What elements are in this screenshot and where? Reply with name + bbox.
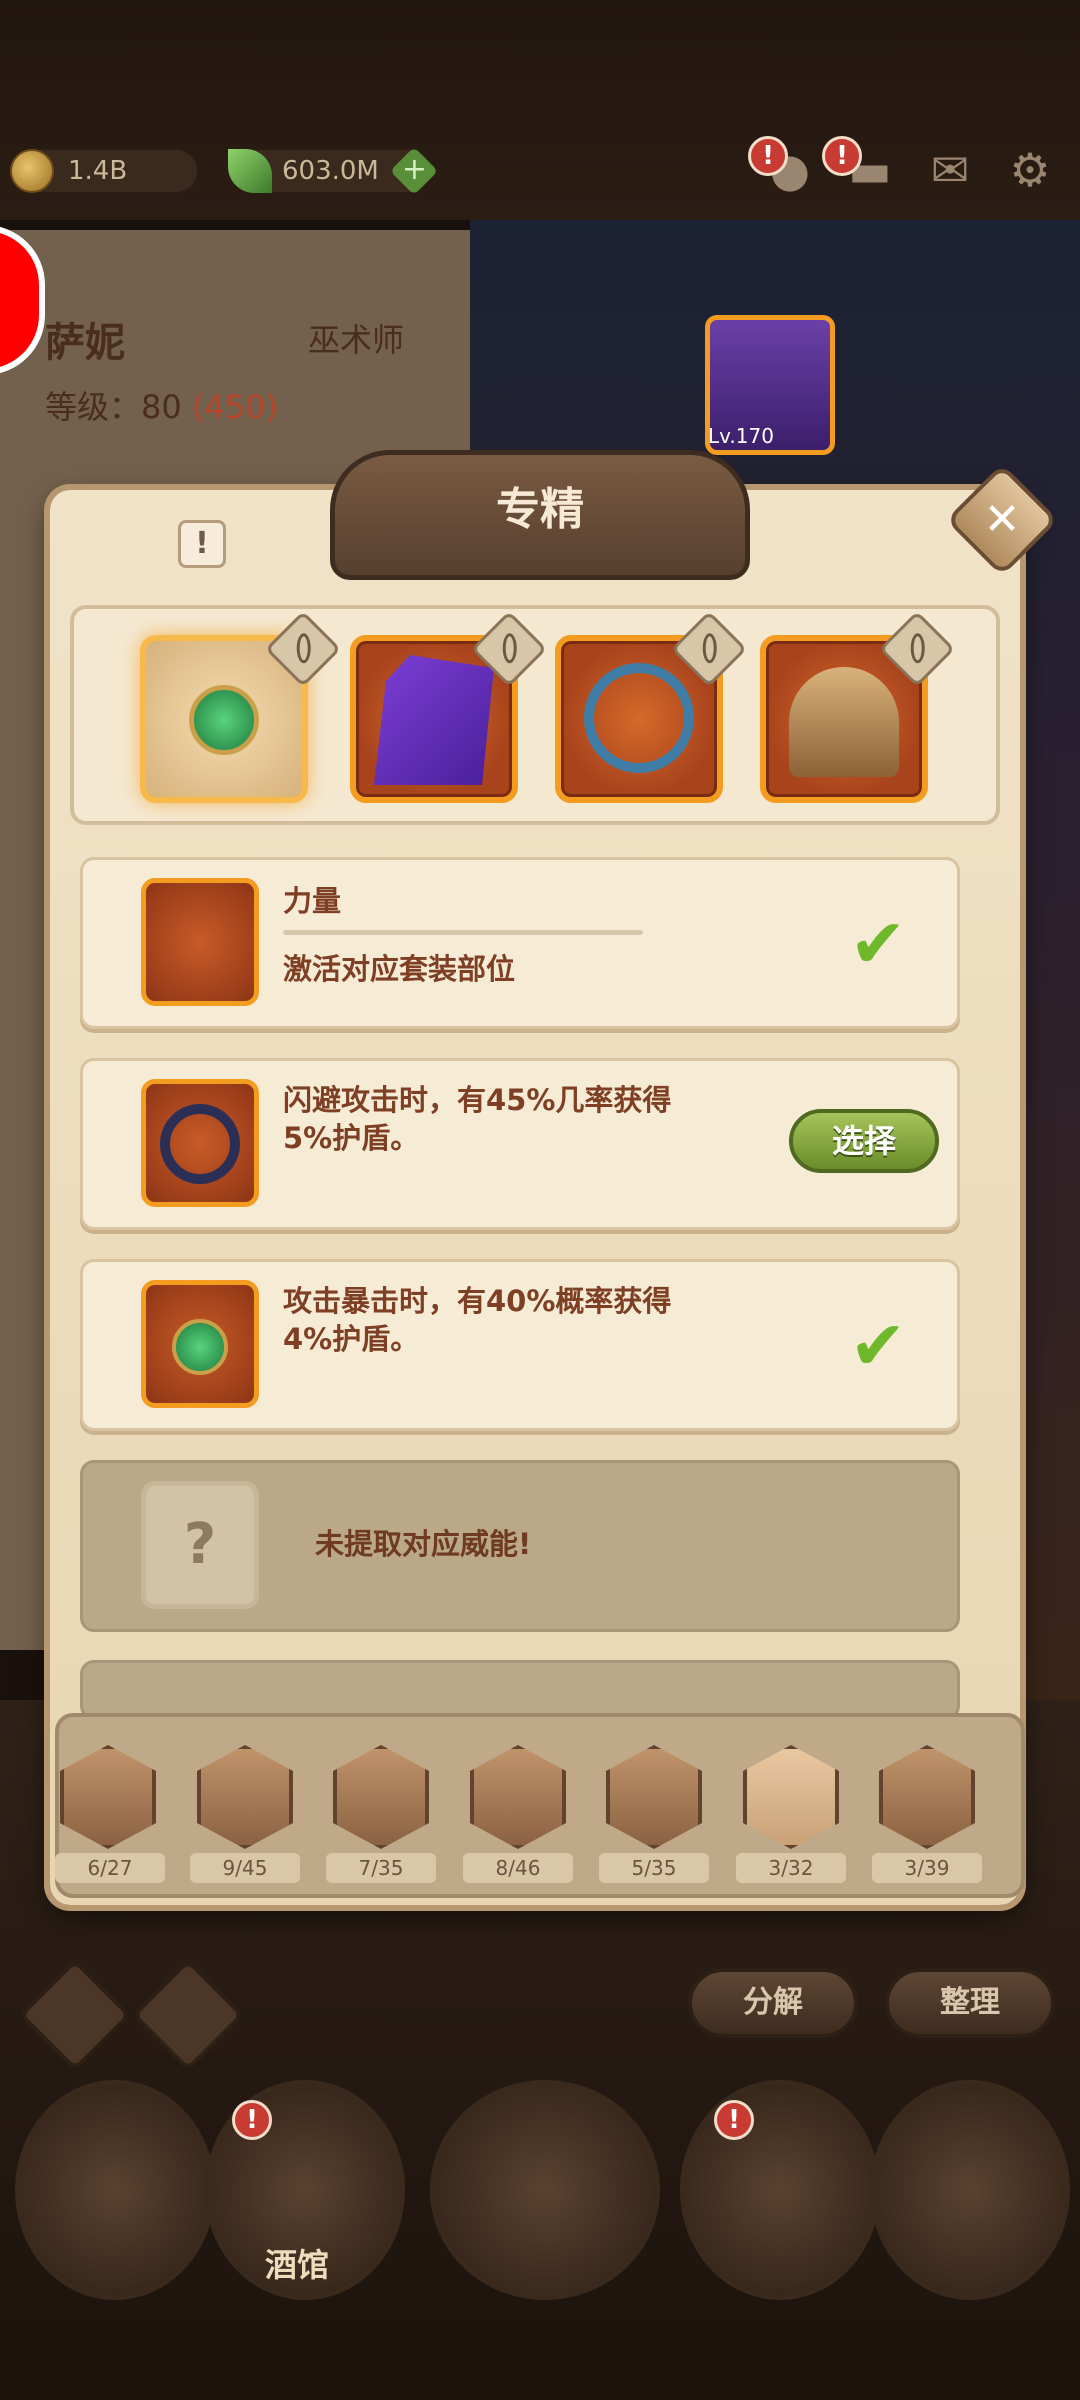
- spec-row-title: 力量: [283, 884, 342, 918]
- settings-gear-icon[interactable]: ⚙: [1000, 140, 1060, 200]
- spec-row: 力量 激活对应套装部位 ✔: [80, 857, 960, 1029]
- ring-icon: [141, 878, 259, 1006]
- tab-count: 3/39: [872, 1853, 982, 1883]
- alert-badge-icon: !: [822, 136, 862, 176]
- nav-home[interactable]: [15, 2080, 215, 2300]
- tab-count: 3/32: [736, 1853, 846, 1883]
- hero-level: 等级：80 (450): [45, 388, 278, 426]
- gold-coin-icon: [10, 149, 54, 193]
- tab-count: 5/35: [599, 1853, 709, 1883]
- close-icon: ✕: [983, 494, 1021, 545]
- spec-row-text: 攻击暴击时，有40%概率获得: [283, 1284, 672, 1318]
- spec-row-locked: [80, 1660, 960, 1720]
- progress-line: [283, 930, 643, 935]
- cloak-icon: [374, 655, 494, 785]
- organize-button[interactable]: 整理: [885, 1968, 1055, 2038]
- hero-class: 巫术师: [308, 321, 405, 359]
- dark-ring-icon: [141, 1079, 259, 1207]
- decompose-button[interactable]: 分解: [688, 1968, 858, 2038]
- amulet-icon: [189, 685, 259, 755]
- spec-row-desc: 激活对应套装部位: [283, 952, 516, 986]
- alert-badge-icon: !: [714, 2100, 754, 2140]
- nav-tavern-label: 酒馆: [265, 2246, 330, 2284]
- tab-count: 8/46: [463, 1853, 573, 1883]
- nav-shop[interactable]: [680, 2080, 880, 2300]
- ring-icon: [584, 663, 694, 773]
- nav-forge[interactable]: [870, 2080, 1070, 2300]
- tab-count: 6/27: [55, 1853, 165, 1883]
- helmet-icon: [789, 667, 899, 777]
- alert-badge-icon: !: [232, 2100, 272, 2140]
- select-button[interactable]: 选择: [789, 1109, 939, 1173]
- spec-row-text: 5%护盾。: [283, 1121, 420, 1155]
- nav-adventure[interactable]: [430, 2080, 660, 2300]
- check-icon: ✔: [849, 905, 907, 984]
- spec-row: 攻击暴击时，有40%概率获得 4%护盾。 ✔: [80, 1259, 960, 1431]
- check-icon: ✔: [849, 1307, 907, 1386]
- question-icon: ?: [141, 1481, 259, 1609]
- info-button[interactable]: !: [178, 520, 226, 568]
- alert-badge-icon: !: [748, 136, 788, 176]
- dialog-title: 专精: [496, 484, 584, 535]
- mail-icon[interactable]: ✉: [920, 140, 980, 200]
- tab-count: 7/35: [326, 1853, 436, 1883]
- spec-row-text: 闪避攻击时，有45%几率获得: [283, 1083, 672, 1117]
- locked-text: 未提取对应威能!: [315, 1527, 532, 1561]
- amulet-icon: [141, 1280, 259, 1408]
- dialog-title-plate: 专精: [330, 450, 750, 580]
- spec-row-locked: ? 未提取对应威能!: [80, 1460, 960, 1632]
- hero-portrait-level: Lv.170: [708, 424, 774, 448]
- hero-name: 萨妮: [45, 320, 125, 366]
- tab-count: 9/45: [190, 1853, 300, 1883]
- spec-row-text: 4%护盾。: [283, 1322, 420, 1356]
- spec-row: 闪避攻击时，有45%几率获得 5%护盾。 选择: [80, 1058, 960, 1230]
